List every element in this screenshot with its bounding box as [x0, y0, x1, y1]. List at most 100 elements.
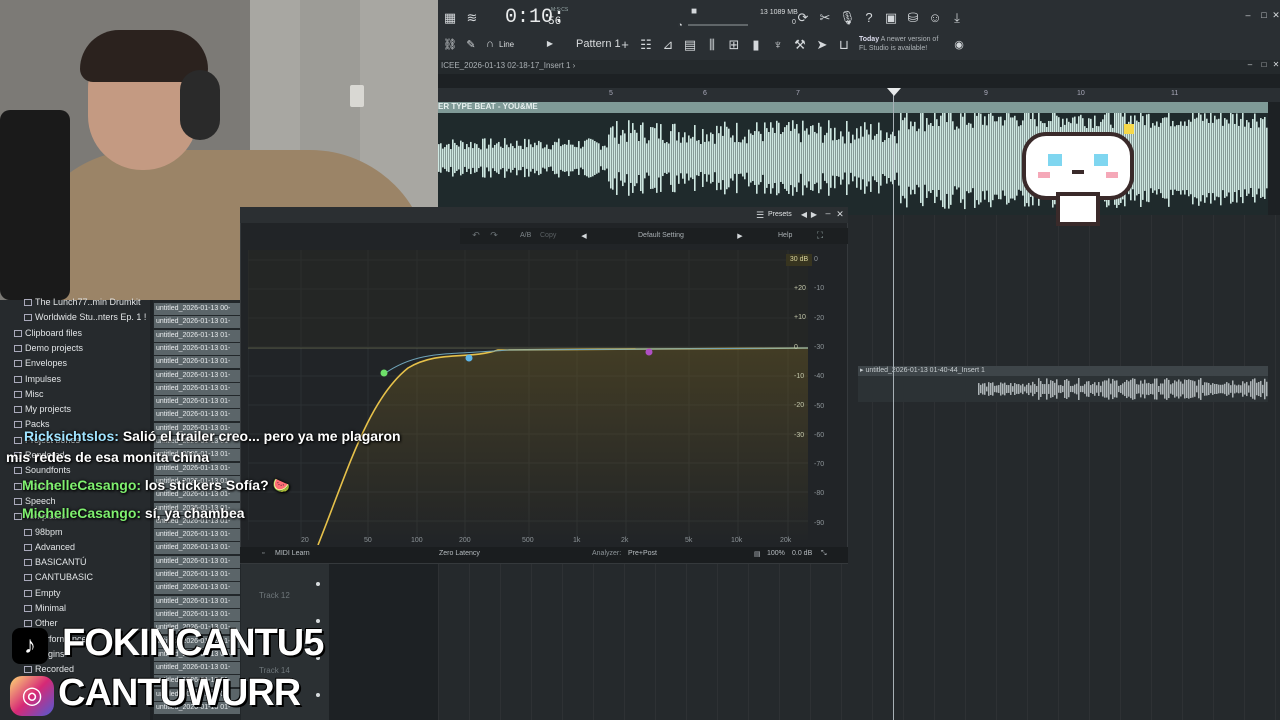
file-list-item[interactable]: untitled_2026-01-13 01-: [154, 529, 240, 542]
snap-icon[interactable]: ▦: [442, 10, 458, 26]
folder-icon: [24, 314, 32, 322]
zoom-value[interactable]: 100%: [767, 550, 785, 557]
channel-rack-icon[interactable]: ▤: [682, 37, 698, 53]
breadcrumb[interactable]: ICEE_2026-01-13 02-18-17_Insert 1 ›: [441, 61, 575, 70]
file-list-item[interactable]: untitled_2026-01-13 01-: [154, 608, 240, 621]
add-pattern-icon[interactable]: +: [617, 37, 633, 52]
browser-folder[interactable]: Minimal: [24, 603, 66, 618]
playhead-marker[interactable]: [887, 88, 901, 96]
piano-roll-icon[interactable]: ⊿: [660, 37, 676, 53]
browser-folder[interactable]: Envelopes: [14, 358, 67, 373]
file-list-item[interactable]: untitled_2026-01-13 01-: [154, 396, 240, 409]
track-mute-dot[interactable]: [316, 693, 320, 697]
copy-button[interactable]: Copy: [540, 232, 556, 239]
playhead-line[interactable]: [893, 88, 894, 720]
file-icon[interactable]: ▮: [748, 37, 764, 53]
tool-icon[interactable]: ⚒: [792, 37, 808, 53]
mixer-icon[interactable]: ⫼: [704, 37, 720, 53]
file-list-item[interactable]: untitled_2026-01-13 01-: [154, 582, 240, 595]
bird-icon[interactable]: ➤: [814, 37, 830, 53]
browser-folder-label: Other: [35, 618, 58, 629]
cut-icon[interactable]: ✂: [817, 10, 833, 26]
browser-folder[interactable]: Worldwide Stu..nters Ep. 1 !: [24, 312, 146, 327]
resize-icon[interactable]: ⤡: [821, 550, 827, 558]
browser-folder[interactable]: Misc: [14, 389, 44, 404]
download-icon[interactable]: ⤓: [949, 10, 965, 26]
undo-icon[interactable]: ↶: [468, 230, 484, 241]
magnet-icon[interactable]: ∩: [482, 38, 498, 50]
minimize-icon[interactable]: –: [1240, 10, 1256, 20]
microphone-icon[interactable]: 🎙: [839, 10, 856, 26]
file-list-item[interactable]: untitled_2026-01-13 01-: [154, 329, 240, 342]
file-list-item[interactable]: untitled_2026-01-13 01-: [154, 542, 240, 555]
stop-icon[interactable]: ■: [686, 6, 702, 17]
globe-icon[interactable]: ◉: [951, 38, 967, 51]
preset-list-icon[interactable]: ☰: [752, 210, 768, 221]
save-icon[interactable]: ▣: [883, 10, 899, 26]
mixer-mode-icon[interactable]: ≋: [464, 10, 480, 26]
browser-icon[interactable]: ⊞: [726, 37, 742, 53]
file-list-item[interactable]: untitled_2026-01-13 01-: [154, 382, 240, 395]
browser-folder[interactable]: My projects: [14, 404, 71, 419]
pattern-selector[interactable]: Pattern 1: [576, 38, 621, 50]
file-list-item[interactable]: untitled_2026-01-13 01-: [154, 369, 240, 382]
news-panel[interactable]: Today A newer version of FL Studio is ava…: [859, 35, 938, 53]
db-range-selector[interactable]: 30 dB: [786, 254, 812, 266]
help-button[interactable]: Help: [778, 232, 792, 239]
eq-close-icon[interactable]: ✕: [832, 209, 848, 220]
redo-icon[interactable]: ↷: [486, 230, 502, 241]
file-list-item[interactable]: untitled_2026-01-13 01-: [154, 342, 240, 355]
next-setting-icon[interactable]: ▶: [732, 232, 748, 240]
preset-name[interactable]: Default Setting: [638, 232, 684, 239]
track-label-12[interactable]: Track 12: [259, 591, 290, 600]
help-icon[interactable]: ?: [861, 10, 877, 25]
dropdown-icon[interactable]: ▫: [262, 550, 264, 557]
plugin-icon[interactable]: ⛁: [905, 10, 921, 26]
ab-toggle[interactable]: A/B: [520, 232, 531, 239]
cart-icon[interactable]: ⊔: [836, 37, 852, 53]
track-mute-dot[interactable]: [316, 582, 320, 586]
browser-folder[interactable]: Clipboard files: [14, 328, 82, 343]
master-volume-slider[interactable]: [688, 24, 748, 26]
browser-folder[interactable]: BASICANTÚ: [24, 557, 87, 572]
frequency-label: 100: [411, 537, 423, 544]
playlist-close-icon[interactable]: ✕: [1268, 60, 1280, 69]
folder-icon: [24, 299, 32, 306]
midi-learn-button[interactable]: MIDI Learn: [275, 550, 310, 557]
file-list-item[interactable]: untitled_2026-01-13 01-: [154, 316, 240, 329]
browser-folder[interactable]: Advanced: [24, 542, 75, 557]
presets-menu[interactable]: Presets: [768, 211, 792, 218]
analyzer-mode[interactable]: Pre+Post: [628, 550, 657, 557]
chat-icon[interactable]: ☺: [927, 10, 943, 25]
link-icon[interactable]: ⛓: [442, 38, 458, 51]
browser-folder[interactable]: Empty: [24, 588, 61, 603]
fullscreen-icon[interactable]: ⛶: [812, 230, 828, 241]
file-list-item[interactable]: untitled_2026-01-13 01-: [154, 409, 240, 422]
browser-folder[interactable]: The Lunch77..min Drumkit: [24, 297, 141, 312]
browser-folder[interactable]: 98bpm: [24, 527, 63, 542]
browser-folder[interactable]: Demo projects: [14, 343, 83, 358]
file-list-item[interactable]: untitled_2026-01-13 01-: [154, 555, 240, 568]
file-list-item[interactable]: untitled_2026-01-13 01-: [154, 356, 240, 369]
pencil-icon[interactable]: ✎: [463, 38, 479, 51]
playlist-icon[interactable]: ☷: [638, 37, 654, 53]
file-list-item[interactable]: untitled_2026-01-13 01-: [154, 595, 240, 608]
close-icon[interactable]: ✕: [1268, 10, 1280, 21]
wait-record-icon[interactable]: ⟳: [795, 10, 811, 26]
plug-icon[interactable]: ♆: [770, 37, 786, 52]
play-arrow-icon[interactable]: ▶: [542, 39, 558, 48]
audio-clip-header[interactable]: [438, 102, 1268, 113]
latency-mode[interactable]: Zero Latency: [439, 550, 480, 557]
tempo-knob-icon[interactable]: ◔: [672, 20, 688, 30]
prev-setting-icon[interactable]: ◀: [576, 232, 592, 240]
browser-folder[interactable]: Impulses: [14, 374, 61, 389]
table-icon[interactable]: ▤: [754, 550, 761, 558]
file-list-item[interactable]: untitled_2026-01-13 00-: [154, 303, 240, 315]
browser-folder[interactable]: CANTUBASIC: [24, 572, 93, 587]
timeline-ruler[interactable]: [438, 88, 1280, 102]
eq-response-graph[interactable]: [248, 250, 828, 545]
folder-icon: [14, 329, 22, 337]
output-gain[interactable]: 0.0 dB: [792, 550, 812, 557]
snap-mode-select[interactable]: Line: [499, 40, 514, 49]
file-list-item[interactable]: untitled_2026-01-13 01-: [154, 569, 240, 581]
